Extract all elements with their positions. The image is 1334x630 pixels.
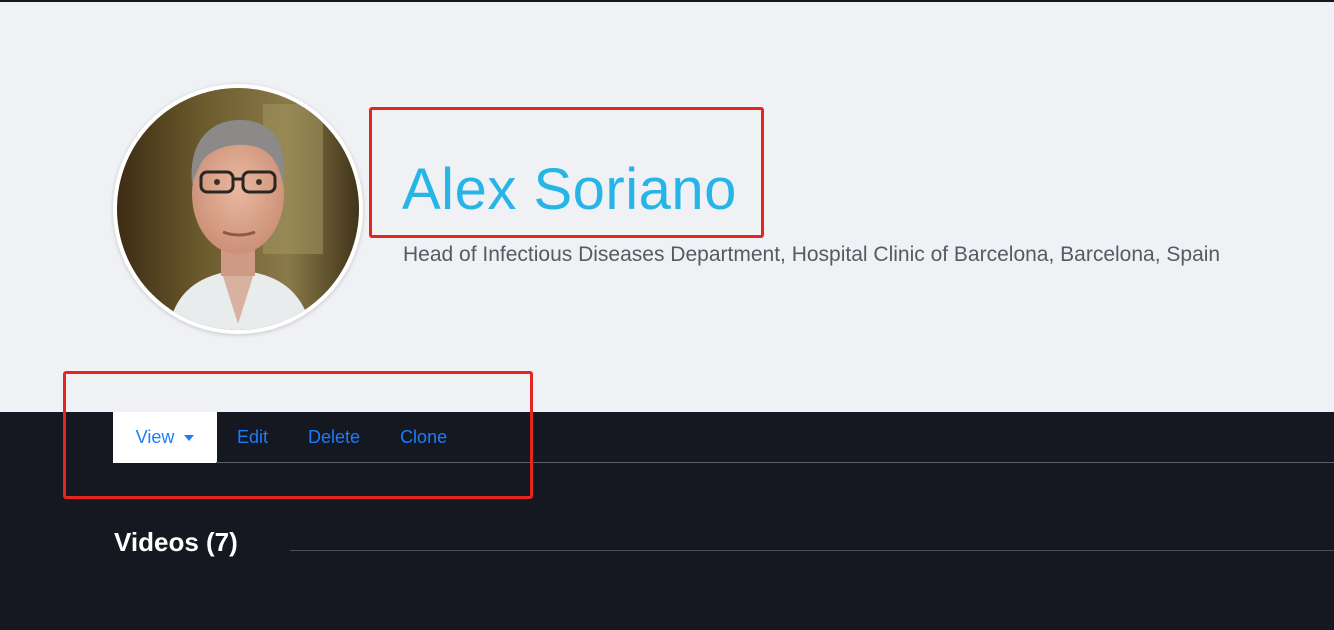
tab-view[interactable]: View	[113, 412, 217, 463]
profile-title: Head of Infectious Diseases Department, …	[403, 243, 1221, 266]
tab-clone[interactable]: Clone	[380, 412, 467, 463]
profile-header: Alex Soriano Head of Infectious Diseases…	[0, 2, 1334, 412]
caret-down-icon	[184, 435, 195, 441]
tab-edit[interactable]: Edit	[217, 412, 288, 463]
content-area: View Edit Delete Clone Videos (7)	[0, 412, 1334, 630]
tabs-divider	[216, 462, 1334, 463]
videos-section-title: Videos (7)	[114, 527, 238, 557]
avatar-portrait	[117, 88, 359, 330]
profile-avatar	[113, 84, 363, 334]
profile-name: Alex Soriano	[402, 157, 737, 222]
tab-delete[interactable]: Delete	[288, 412, 380, 463]
section-divider	[290, 550, 1334, 551]
action-tabs: View Edit Delete Clone	[113, 412, 467, 463]
tab-view-label: View	[135, 427, 175, 447]
